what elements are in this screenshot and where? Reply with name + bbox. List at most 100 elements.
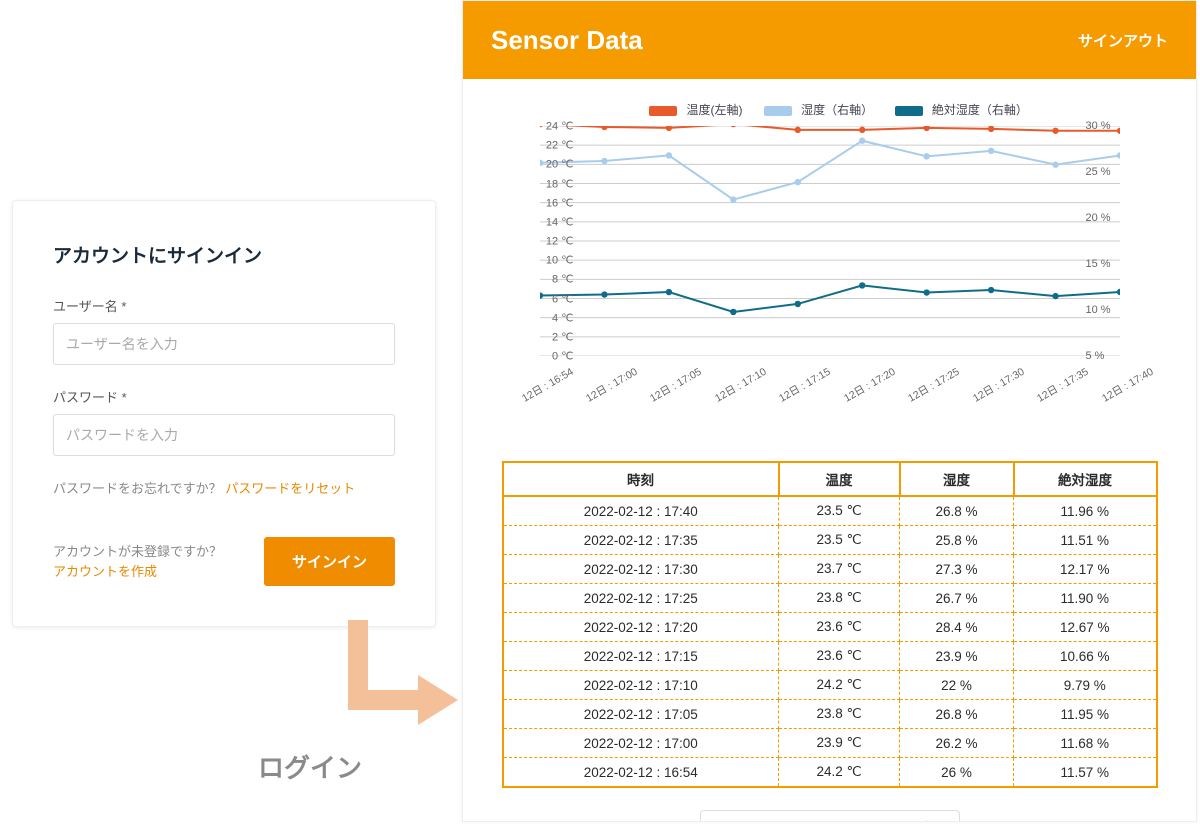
sensor-select-value: センサー 1 [711,818,779,822]
sensor-table: 時刻温度湿度絶対湿度 2022-02-12 : 17:4023.5 ℃26.8 … [502,461,1158,788]
x-tick: 12日 : 17:15 [776,364,833,406]
table-cell: 26.8 % [900,700,1014,729]
y-right-tick: 30 % [1086,120,1126,132]
table-cell: 24.2 ℃ [779,671,900,700]
legend-humid: 湿度（右軸） [801,103,873,117]
x-tick: 12日 : 17:35 [1034,364,1091,406]
x-tick: 12日 : 17:05 [647,364,704,406]
y-left-tick: 12 ℃ [534,235,574,248]
table-cell: 2022-02-12 : 17:40 [503,496,779,526]
table-cell: 27.3 % [900,555,1014,584]
legend-temp: 温度(左軸) [686,103,742,117]
table-cell: 23.8 ℃ [779,700,900,729]
table-cell: 23.8 ℃ [779,584,900,613]
x-tick: 12日 : 17:10 [712,364,769,406]
table-cell: 23.5 ℃ [779,526,900,555]
y-left-tick: 0 ℃ [534,350,574,363]
table-cell: 23.9 % [900,642,1014,671]
table-cell: 26.8 % [900,496,1014,526]
table-row: 2022-02-12 : 17:1024.2 ℃22 %9.79 % [503,671,1157,700]
table-cell: 23.6 ℃ [779,613,900,642]
legend-swatch-humid [764,106,792,116]
x-tick: 12日 : 17:00 [583,364,640,406]
table-cell: 2022-02-12 : 17:15 [503,642,779,671]
login-title: アカウントにサインイン [53,241,395,268]
y-left-tick: 4 ℃ [534,311,574,324]
password-input[interactable] [53,414,395,456]
chart-plot: 0 ℃2 ℃4 ℃6 ℃8 ℃10 ℃12 ℃14 ℃16 ℃18 ℃20 ℃2… [540,126,1120,356]
y-left-tick: 18 ℃ [534,177,574,190]
table-cell: 9.79 % [1014,671,1157,700]
create-account-link[interactable]: アカウントを作成 [53,562,222,582]
password-label: パスワード * [53,387,395,406]
table-cell: 23.6 ℃ [779,642,900,671]
y-right-tick: 20 % [1086,212,1126,224]
chevron-down-icon [926,820,949,822]
table-cell: 22 % [900,671,1014,700]
table-cell: 23.7 ℃ [779,555,900,584]
y-left-tick: 2 ℃ [534,330,574,343]
table-cell: 28.4 % [900,613,1014,642]
legend-abshumid: 絶対湿度（右軸） [932,103,1028,117]
legend-swatch-temp [649,106,677,116]
table-header: 時刻 [503,462,779,496]
table-header: 絶対湿度 [1014,462,1157,496]
table-cell: 2022-02-12 : 16:54 [503,758,779,788]
y-left-tick: 22 ℃ [534,139,574,152]
table-cell: 25.8 % [900,526,1014,555]
reset-link[interactable]: パスワードをリセット [225,481,355,496]
legend-swatch-abshumid [895,106,923,116]
table-row: 2022-02-12 : 17:3523.5 ℃25.8 %11.51 % [503,526,1157,555]
y-right-tick: 5 % [1086,350,1126,362]
y-right-tick: 10 % [1086,304,1126,316]
table-cell: 11.95 % [1014,700,1157,729]
table-cell: 11.90 % [1014,584,1157,613]
signout-link[interactable]: サインアウト [1078,30,1168,51]
table-row: 2022-02-12 : 17:0023.9 ℃26.2 %11.68 % [503,729,1157,758]
sensor-panel: Sensor Data サインアウト 温度(左軸) 湿度（右軸） 絶対湿度（右軸… [462,0,1197,822]
chart-area: 温度(左軸) 湿度（右軸） 絶対湿度（右軸） 0 ℃2 ℃4 ℃6 ℃8 ℃10… [500,101,1160,401]
flow-arrow-icon [348,620,468,740]
table-cell: 11.96 % [1014,496,1157,526]
table-cell: 26 % [900,758,1014,788]
page-title: Sensor Data [491,25,643,56]
signin-button[interactable]: サインイン [264,537,395,586]
table-cell: 26.2 % [900,729,1014,758]
forgot-line: パスワードをお忘れですか？ パスワードをリセット [53,478,395,497]
x-tick: 12日 : 17:40 [1099,364,1156,406]
table-row: 2022-02-12 : 17:4023.5 ℃26.8 %11.96 % [503,496,1157,526]
table-cell: 11.51 % [1014,526,1157,555]
username-input[interactable] [53,323,395,365]
table-cell: 26.7 % [900,584,1014,613]
username-label: ユーザー名 * [53,296,395,315]
y-left-tick: 24 ℃ [534,120,574,133]
table-row: 2022-02-12 : 17:3023.7 ℃27.3 %12.17 % [503,555,1157,584]
noacct-prompt: アカウントが未登録ですか？ [53,544,222,559]
table-row: 2022-02-12 : 17:0523.8 ℃26.8 %11.95 % [503,700,1157,729]
sensor-select[interactable]: センサー 1 [700,810,960,822]
table-cell: 12.17 % [1014,555,1157,584]
forgot-prompt: パスワードをお忘れですか？ [53,481,222,496]
table-cell: 12.67 % [1014,613,1157,642]
y-left-tick: 6 ℃ [534,292,574,305]
y-right-tick: 25 % [1086,166,1126,178]
table-cell: 11.57 % [1014,758,1157,788]
table-row: 2022-02-12 : 16:5424.2 ℃26 %11.57 % [503,758,1157,788]
x-tick: 12日 : 16:54 [519,364,576,406]
sensor-header: Sensor Data サインアウト [463,1,1196,79]
login-card: アカウントにサインイン ユーザー名 * パスワード * パスワードをお忘れですか… [12,200,436,627]
table-row: 2022-02-12 : 17:2023.6 ℃28.4 %12.67 % [503,613,1157,642]
y-left-tick: 8 ℃ [534,273,574,286]
table-cell: 23.5 ℃ [779,496,900,526]
y-left-tick: 10 ℃ [534,254,574,267]
table-cell: 2022-02-12 : 17:25 [503,584,779,613]
create-account-block: アカウントが未登録ですか？ アカウントを作成 [53,542,222,581]
y-left-tick: 20 ℃ [534,158,574,171]
x-tick: 12日 : 17:20 [841,364,898,406]
table-cell: 10.66 % [1014,642,1157,671]
table-cell: 2022-02-12 : 17:10 [503,671,779,700]
table-header: 温度 [779,462,900,496]
y-left-tick: 16 ℃ [534,196,574,209]
chart-legend: 温度(左軸) 湿度（右軸） 絶対湿度（右軸） [500,101,1160,118]
y-right-tick: 15 % [1086,258,1126,270]
